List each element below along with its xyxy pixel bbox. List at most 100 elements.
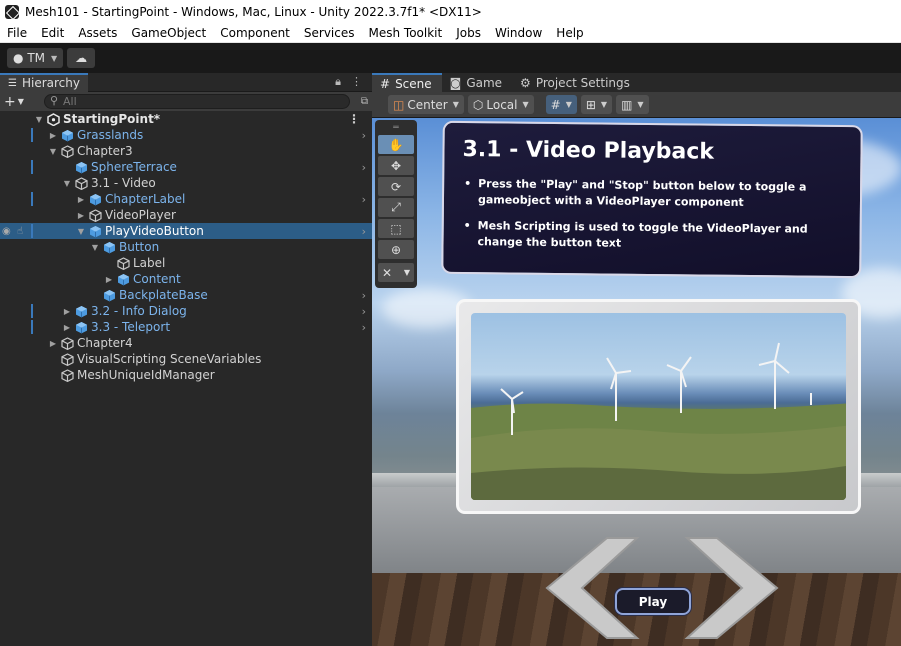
more-icon[interactable]: ⋮	[348, 112, 360, 126]
pick-icon[interactable]: ☝	[17, 226, 23, 237]
expanded-arrow-icon[interactable]: ▼	[48, 147, 58, 156]
hierarchy-row[interactable]: ▶ 3.3 - Teleport ›	[0, 319, 372, 335]
hierarchy-row-label: StartingPoint*	[63, 112, 161, 126]
menu-item-jobs[interactable]: Jobs	[449, 26, 488, 40]
hierarchy-row[interactable]: ▼ StartingPoint* ⋮	[0, 111, 372, 127]
hierarchy-row[interactable]: SphereTerrace ›	[0, 159, 372, 175]
move-tool-icon[interactable]: ✥	[378, 156, 414, 175]
pivot-dropdown[interactable]: ◫ Center ▼	[388, 95, 464, 114]
menu-item-help[interactable]: Help	[549, 26, 590, 40]
menu-item-edit[interactable]: Edit	[34, 26, 71, 40]
transform-tool-icon[interactable]: ⊕	[378, 240, 414, 259]
scene-viewport[interactable]: 3.1 - Video Playback Press the "Play" an…	[372, 118, 901, 646]
gameobject-icon	[61, 336, 74, 350]
more-icon[interactable]: ⋮	[351, 75, 362, 89]
rotate-tool-icon[interactable]: ⟳	[378, 177, 414, 196]
prefab-icon	[103, 241, 116, 254]
cloud-icon: ☁	[75, 51, 88, 65]
menu-item-gameobject[interactable]: GameObject	[124, 26, 213, 40]
hand-tool-icon[interactable]: ✋	[378, 135, 414, 154]
scene-tools-overlay: ═ ✋ ✥ ⟳ ⤢ ⬚ ⊕ ✕ ▼	[375, 120, 417, 288]
tab-game[interactable]: ◙ Game	[442, 73, 512, 92]
ruler-button[interactable]: ▥ ▼	[616, 95, 649, 114]
hierarchy-row[interactable]: ▶ Chapter4	[0, 335, 372, 351]
chevron-right-icon[interactable]: ›	[362, 289, 366, 302]
collapsed-arrow-icon[interactable]: ▶	[62, 323, 72, 332]
collapsed-arrow-icon[interactable]: ▶	[62, 307, 72, 316]
lock-icon[interactable]: 🔒︎	[335, 75, 341, 89]
tab-scene[interactable]: # Scene	[372, 73, 442, 92]
hierarchy-row[interactable]: BackplateBase ›	[0, 287, 372, 303]
prefab-icon	[61, 129, 74, 142]
hierarchy-row[interactable]: ▼ 3.1 - Video	[0, 175, 372, 191]
collapsed-arrow-icon[interactable]: ▶	[104, 275, 114, 284]
account-label: TM	[27, 51, 45, 65]
menu-item-window[interactable]: Window	[488, 26, 549, 40]
hierarchy-row[interactable]: Label	[0, 255, 372, 271]
info-bullets: Press the "Play" and "Stop" button below…	[461, 176, 842, 254]
chevron-right-icon[interactable]: ›	[362, 305, 366, 318]
info-panel: 3.1 - Video Playback Press the "Play" an…	[441, 120, 863, 279]
expanded-arrow-icon[interactable]: ▼	[34, 115, 44, 124]
hierarchy-row[interactable]: ▶ ChapterLabel ›	[0, 191, 372, 207]
space-dropdown[interactable]: ⬡ Local ▼	[467, 95, 534, 114]
collapsed-arrow-icon[interactable]: ▶	[76, 195, 86, 204]
play-button[interactable]: Play	[615, 588, 691, 615]
menu-item-mesh-toolkit[interactable]: Mesh Toolkit	[362, 26, 450, 40]
collapsed-arrow-icon[interactable]: ▶	[48, 131, 58, 140]
chevron-right-icon[interactable]: ›	[362, 225, 366, 238]
wind-turbine-scene	[471, 342, 846, 500]
hierarchy-row[interactable]: ▶ 3.2 - Info Dialog ›	[0, 303, 372, 319]
create-button[interactable]: + ▼	[4, 94, 36, 110]
video-frame	[456, 299, 861, 514]
chevron-right-icon[interactable]: ›	[362, 161, 366, 174]
collapsed-arrow-icon[interactable]: ▶	[48, 339, 58, 348]
eye-icon[interactable]: ◉	[2, 226, 11, 237]
hierarchy-search-input[interactable]: All	[44, 94, 350, 109]
account-dropdown[interactable]: ● TM ▼	[7, 48, 64, 68]
prefab-icon	[117, 273, 130, 286]
chevron-down-icon: ▼	[565, 100, 572, 109]
chevron-down-icon: ▼	[17, 97, 24, 106]
grid-snap-button[interactable]: # ▼	[545, 95, 577, 114]
cube-icon: ⬡	[472, 97, 484, 112]
hierarchy-row-label: 3.3 - Teleport	[91, 320, 171, 334]
tab-label: Scene	[395, 76, 432, 91]
chevron-right-icon[interactable]: ›	[362, 193, 366, 206]
chevron-right-icon[interactable]: ›	[362, 321, 366, 334]
hierarchy-row[interactable]: ▶ Grasslands ›	[0, 127, 372, 143]
hierarchy-row[interactable]: VisualScripting SceneVariables	[0, 351, 372, 367]
window-title: Mesh101 - StartingPoint - Windows, Mac, …	[25, 4, 482, 19]
expanded-arrow-icon[interactable]: ▼	[76, 227, 86, 236]
rect-tool-icon[interactable]: ⬚	[378, 219, 414, 238]
hierarchy-row[interactable]: ▶ Content	[0, 271, 372, 287]
tab-hierarchy[interactable]: ☰ Hierarchy	[0, 72, 88, 92]
cloud-button[interactable]: ☁	[67, 48, 96, 68]
gameobject-icon	[61, 144, 74, 158]
hierarchy-row[interactable]: ▼ Button	[0, 239, 372, 255]
menu-item-component[interactable]: Component	[213, 26, 297, 40]
menu-item-file[interactable]: File	[0, 26, 34, 40]
custom-tools-dropdown[interactable]: ✕ ▼	[378, 263, 414, 282]
collapsed-arrow-icon[interactable]: ▶	[76, 211, 86, 220]
hierarchy-tree: ▼ StartingPoint* ⋮ ▶ Grasslands › ▼ Chapter3 Sph…	[0, 111, 372, 383]
hierarchy-row-label: 3.2 - Info Dialog	[91, 304, 187, 318]
increment-snap-button[interactable]: ⊞ ▼	[580, 95, 613, 114]
hierarchy-row[interactable]: ▼ Chapter3	[0, 143, 372, 159]
tab-project-settings[interactable]: ⚙ Project Settings	[512, 73, 640, 92]
hierarchy-row[interactable]: MeshUniqueIdManager	[0, 367, 372, 383]
wrench-icon: ✕	[382, 265, 393, 280]
menu-item-assets[interactable]: Assets	[71, 26, 124, 40]
pivot-icon: ◫	[393, 97, 405, 112]
hierarchy-row[interactable]: ▶ VideoPlayer	[0, 207, 372, 223]
expanded-arrow-icon[interactable]: ▼	[90, 243, 100, 252]
scene-visibility-icon[interactable]: ⧉	[350, 96, 368, 107]
scale-tool-icon[interactable]: ⤢	[378, 198, 414, 217]
chevron-right-icon[interactable]: ›	[362, 129, 366, 142]
override-marker	[31, 128, 33, 142]
drag-handle-icon[interactable]: ═	[378, 123, 414, 135]
menu-item-services[interactable]: Services	[297, 26, 362, 40]
tab-label: Hierarchy	[21, 76, 80, 90]
hierarchy-row[interactable]: ◉ ☝ ▼ PlayVideoButton ›	[0, 223, 372, 239]
expanded-arrow-icon[interactable]: ▼	[62, 179, 72, 188]
